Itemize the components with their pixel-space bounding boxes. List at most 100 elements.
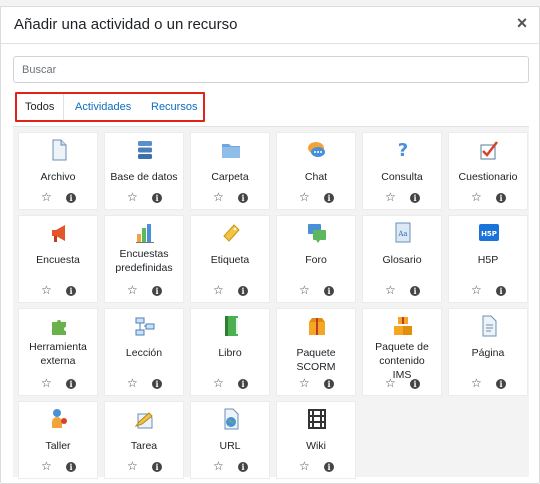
info-icon[interactable]: i — [152, 462, 162, 472]
module-label: Archivo — [40, 171, 76, 183]
assignment-icon — [134, 408, 155, 430]
forum-icon — [307, 222, 327, 244]
module-label: URL — [219, 440, 241, 452]
info-icon[interactable]: i — [152, 193, 162, 203]
module-label: Libro — [218, 347, 242, 359]
tab-recursos[interactable]: Recursos — [151, 94, 197, 120]
bar-chart-icon — [135, 222, 155, 244]
star-icon[interactable]: ☆ — [127, 460, 139, 472]
url-icon — [221, 408, 241, 430]
info-icon[interactable]: i — [238, 379, 248, 389]
module-tile-etiqueta[interactable]: Etiqueta ☆ i — [190, 215, 270, 303]
module-tile-pagina[interactable]: Página ☆ i — [448, 308, 528, 396]
star-icon[interactable]: ☆ — [385, 191, 397, 203]
info-icon[interactable]: i — [496, 286, 506, 296]
star-icon[interactable]: ☆ — [471, 377, 483, 389]
modal-title: Añadir una actividad o un recurso — [14, 16, 238, 33]
info-icon[interactable]: i — [324, 379, 334, 389]
info-icon[interactable]: i — [152, 379, 162, 389]
module-tile-paquete-scorm[interactable]: Paquete SCORM ☆ i — [276, 308, 356, 396]
star-icon[interactable]: ☆ — [213, 284, 225, 296]
glossary-icon: Aa — [393, 222, 413, 244]
module-label: Lección — [125, 347, 163, 359]
star-icon[interactable]: ☆ — [471, 284, 483, 296]
book-icon — [221, 315, 241, 337]
module-label: Cuestionario — [458, 171, 518, 183]
module-tile-foro[interactable]: Foro ☆ i — [276, 215, 356, 303]
star-icon[interactable]: ☆ — [41, 191, 53, 203]
module-label: Taller — [45, 440, 71, 452]
h5p-icon: H5P — [479, 222, 499, 244]
tab-actividades[interactable]: Actividades — [75, 94, 131, 120]
module-tile-tarea[interactable]: Tarea ☆ i — [104, 401, 184, 479]
info-icon[interactable]: i — [410, 193, 420, 203]
module-tile-libro[interactable]: Libro ☆ i — [190, 308, 270, 396]
lesson-icon — [135, 315, 155, 337]
info-icon[interactable]: i — [66, 286, 76, 296]
info-icon[interactable]: i — [324, 286, 334, 296]
star-icon[interactable]: ☆ — [127, 284, 139, 296]
star-icon[interactable]: ☆ — [385, 377, 397, 389]
module-tile-carpeta[interactable]: Carpeta ☆ i — [190, 132, 270, 210]
tab-todos[interactable]: Todos — [17, 94, 65, 120]
star-icon[interactable]: ☆ — [127, 191, 139, 203]
module-tile-glosario[interactable]: Aa Glosario ☆ i — [362, 215, 442, 303]
info-icon[interactable]: i — [66, 193, 76, 203]
module-tile-encuestas-predefinidas[interactable]: Encuestas predefinidas ☆ i — [104, 215, 184, 303]
star-icon[interactable]: ☆ — [299, 377, 311, 389]
star-icon[interactable]: ☆ — [299, 191, 311, 203]
module-tile-cuestionario[interactable]: Cuestionario ☆ i — [448, 132, 528, 210]
star-icon[interactable]: ☆ — [299, 284, 311, 296]
module-tile-chat[interactable]: Chat ☆ i — [276, 132, 356, 210]
module-tile-h5p[interactable]: H5P H5P ☆ i — [448, 215, 528, 303]
info-icon[interactable]: i — [496, 379, 506, 389]
info-icon[interactable]: i — [496, 193, 506, 203]
module-label: Chat — [304, 171, 328, 183]
info-icon[interactable]: i — [66, 379, 76, 389]
module-label: Glosario — [382, 254, 422, 266]
search-input[interactable] — [13, 56, 529, 83]
module-tile-leccion[interactable]: Lección ☆ i — [104, 308, 184, 396]
chat-icon — [307, 139, 327, 161]
module-label: H5P — [477, 254, 499, 266]
module-label: Página — [471, 347, 505, 359]
module-tile-consulta[interactable]: ? Consulta ☆ i — [362, 132, 442, 210]
module-label: Encuesta — [36, 254, 80, 266]
info-icon[interactable]: i — [152, 286, 162, 296]
megaphone-icon — [49, 222, 69, 244]
module-tile-wiki[interactable]: Wiki ☆ i — [276, 401, 356, 479]
info-icon[interactable]: i — [410, 286, 420, 296]
star-icon[interactable]: ☆ — [471, 191, 483, 203]
module-label: Encuestas predefinidas — [115, 248, 173, 274]
info-icon[interactable]: i — [238, 193, 248, 203]
folder-icon — [221, 139, 241, 161]
module-tile-taller[interactable]: Taller ☆ i — [18, 401, 98, 479]
puzzle-icon — [49, 315, 69, 337]
star-icon[interactable]: ☆ — [41, 460, 53, 472]
star-icon[interactable]: ☆ — [213, 460, 225, 472]
star-icon[interactable]: ☆ — [213, 377, 225, 389]
module-tile-paquete-de-contenido-ims[interactable]: Paquete de contenido IMS ☆ i — [362, 308, 442, 396]
file-icon — [49, 139, 69, 161]
star-icon[interactable]: ☆ — [41, 377, 53, 389]
star-icon[interactable]: ☆ — [213, 191, 225, 203]
close-icon[interactable]: × — [513, 14, 531, 32]
info-icon[interactable]: i — [238, 286, 248, 296]
module-label: Herramienta externa — [29, 341, 87, 367]
info-icon[interactable]: i — [324, 462, 334, 472]
module-label: Wiki — [306, 440, 326, 452]
star-icon[interactable]: ☆ — [127, 377, 139, 389]
module-tile-encuesta[interactable]: Encuesta ☆ i — [18, 215, 98, 303]
info-icon[interactable]: i — [66, 462, 76, 472]
module-tile-archivo[interactable]: Archivo ☆ i — [18, 132, 98, 210]
star-icon[interactable]: ☆ — [385, 284, 397, 296]
module-tile-base-de-datos[interactable]: Base de datos ☆ i — [104, 132, 184, 210]
module-tile-url[interactable]: URL ☆ i — [190, 401, 270, 479]
module-tile-herramienta-externa[interactable]: Herramienta externa ☆ i — [18, 308, 98, 396]
info-icon[interactable]: i — [410, 379, 420, 389]
star-icon[interactable]: ☆ — [41, 284, 53, 296]
info-icon[interactable]: i — [324, 193, 334, 203]
info-icon[interactable]: i — [238, 462, 248, 472]
star-icon[interactable]: ☆ — [299, 460, 311, 472]
label-tag-icon — [221, 222, 241, 244]
